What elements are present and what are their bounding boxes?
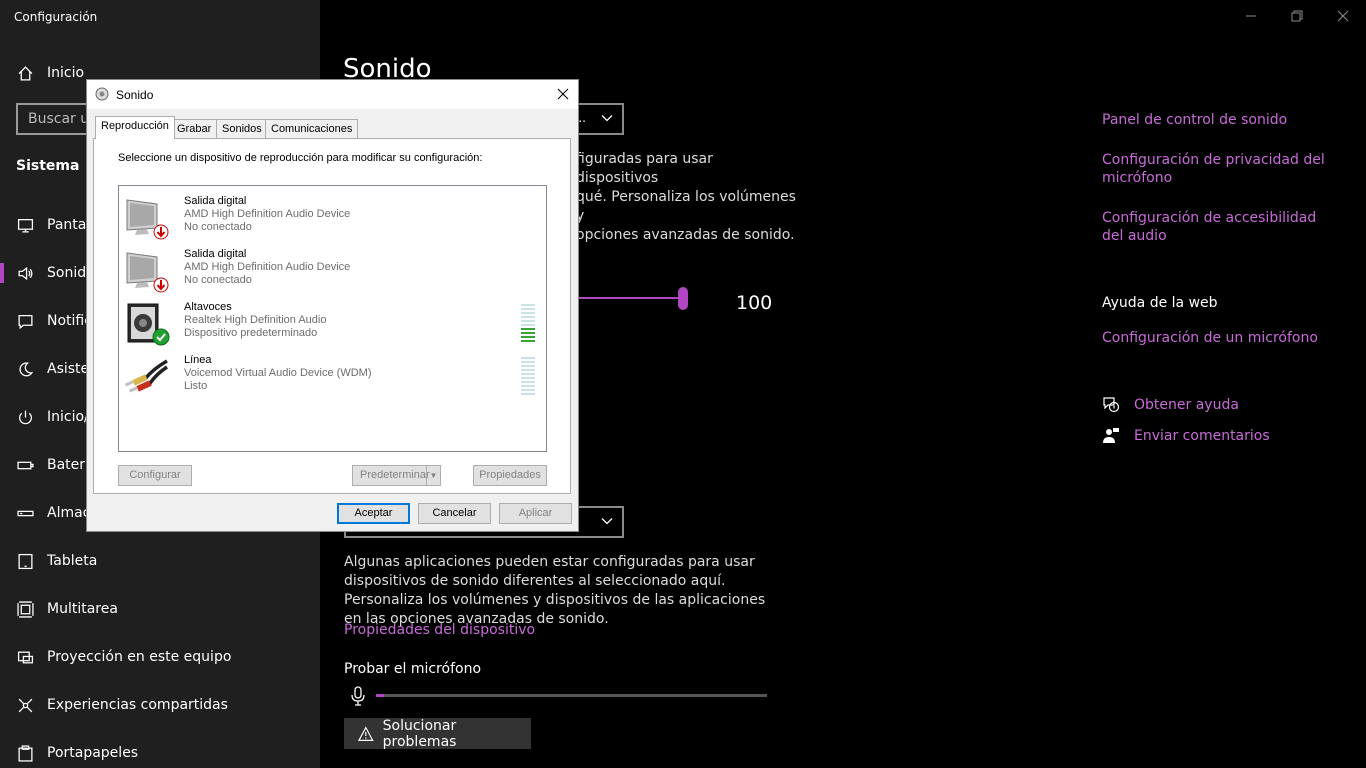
mic-setup-link[interactable]: Configuración de un micrófono xyxy=(1102,329,1332,347)
sound-dialog: Sonido Reproducción Grabar Sonidos Comun… xyxy=(86,79,579,532)
set-default-button[interactable]: Predeterminar ▼ xyxy=(352,465,441,486)
level-meter xyxy=(521,304,535,344)
sidebar-item-label: Tableta xyxy=(47,553,98,569)
chevron-down-icon xyxy=(601,518,613,525)
volume-value: 100 xyxy=(736,292,773,314)
tab-communications[interactable]: Comunicaciones xyxy=(265,119,359,138)
monitor-speaker-icon xyxy=(126,199,169,240)
level-meter xyxy=(521,357,535,397)
sidebar-item-label: Portapapeles xyxy=(47,745,139,761)
sound-control-panel-link[interactable]: Panel de control de sonido xyxy=(1102,111,1332,129)
volume-slider-thumb[interactable] xyxy=(678,287,688,310)
troubleshoot-label: Solucionar problemas xyxy=(382,717,457,750)
device-name: Salida digital xyxy=(184,195,247,207)
device-status: No conectado xyxy=(184,221,252,233)
dialog-title: Sonido xyxy=(116,88,154,102)
device-status: Listo xyxy=(184,380,208,392)
device-status: Dispositivo predeterminado xyxy=(184,327,318,339)
ok-button[interactable]: Aceptar xyxy=(337,503,410,524)
device-driver: AMD High Definition Audio Device xyxy=(184,208,351,220)
device-name: Línea xyxy=(184,354,212,366)
device-driver: Voicemod Virtual Audio Device (WDM) xyxy=(184,367,372,379)
dialog-titlebar: Sonido xyxy=(87,80,578,109)
warning-icon xyxy=(358,725,374,741)
sidebar-item-tablet[interactable]: Tableta xyxy=(0,541,320,581)
battery-icon xyxy=(16,456,34,474)
rca-cable-icon xyxy=(124,359,168,393)
mic-level-bar xyxy=(376,694,767,697)
mic-level-fill xyxy=(376,694,384,697)
restore-icon[interactable] xyxy=(1289,8,1305,24)
sound-dialog-icon xyxy=(95,87,109,101)
tablet-icon xyxy=(16,552,34,570)
tab-playback[interactable]: Reproducción xyxy=(95,116,175,139)
apply-button[interactable]: Aplicar xyxy=(499,503,572,524)
notification-icon xyxy=(16,312,34,330)
list-item[interactable]: Salida digital AMD High Definition Audio… xyxy=(119,192,546,242)
close-icon[interactable] xyxy=(556,87,570,101)
speaker-box-icon xyxy=(127,303,170,346)
sidebar-item-label: Multitarea xyxy=(47,601,118,617)
sidebar-item-shared[interactable]: Experiencias compartidas xyxy=(0,685,320,725)
sidebar-item-multitask[interactable]: Multitarea xyxy=(0,589,320,629)
multitask-icon xyxy=(16,600,34,618)
storage-icon xyxy=(16,504,34,522)
web-help-title: Ayuda de la web xyxy=(1102,295,1218,311)
app-title: Configuración xyxy=(14,10,98,24)
mic-privacy-link[interactable]: Configuración de privacidad del micrófon… xyxy=(1102,151,1332,187)
device-properties-link[interactable]: Propiedades del dispositivo xyxy=(344,622,535,638)
list-item[interactable]: Salida digital AMD High Definition Audio… xyxy=(119,245,546,295)
audio-accessibility-link[interactable]: Configuración de accesibilidad del audio xyxy=(1102,209,1332,245)
mic-test-title: Probar el micrófono xyxy=(344,661,482,677)
chevron-down-icon xyxy=(601,115,613,122)
shared-icon xyxy=(16,696,34,714)
monitor-icon xyxy=(16,216,34,234)
section-title: Sistema xyxy=(16,158,80,174)
playback-panel: Seleccione un dispositivo de reproducció… xyxy=(93,138,571,494)
list-item[interactable]: Línea Voicemod Virtual Audio Device (WDM… xyxy=(119,351,546,401)
panel-instruction: Seleccione un dispositivo de reproducció… xyxy=(118,152,483,164)
cancel-button[interactable]: Cancelar xyxy=(418,503,491,524)
sidebar-item-label: Proyección en este equipo xyxy=(47,649,232,665)
microphone-icon xyxy=(351,686,365,706)
feedback-icon xyxy=(1103,428,1119,443)
properties-button[interactable]: Propiedades xyxy=(473,465,547,486)
get-help-link[interactable]: Obtener ayuda xyxy=(1134,396,1364,414)
close-icon[interactable] xyxy=(1335,8,1351,24)
clipboard-icon xyxy=(16,744,34,762)
home-icon xyxy=(16,64,34,82)
tab-recording[interactable]: Grabar xyxy=(171,119,218,138)
output-description: figuradas para usar dispositivos qué. Pe… xyxy=(576,151,796,243)
help-chat-icon xyxy=(1103,397,1120,413)
minimize-icon[interactable] xyxy=(1243,8,1259,24)
configure-button[interactable]: Configurar xyxy=(118,465,192,486)
sidebar-item-label: Experiencias compartidas xyxy=(47,697,228,713)
set-default-label: Predeterminar xyxy=(360,469,430,481)
troubleshoot-button[interactable]: Solucionar problemas xyxy=(344,717,531,750)
projection-icon xyxy=(16,648,34,666)
device-name: Altavoces xyxy=(184,301,232,313)
power-icon xyxy=(16,408,34,426)
input-description: Algunas aplicaciones pueden estar config… xyxy=(344,554,766,627)
playback-device-list[interactable]: Salida digital AMD High Definition Audio… xyxy=(118,185,547,452)
send-feedback-link[interactable]: Enviar comentarios xyxy=(1134,427,1364,445)
dropdown-arrow-icon[interactable]: ▼ xyxy=(426,466,440,485)
device-driver: AMD High Definition Audio Device xyxy=(184,261,351,273)
sidebar-item-projection[interactable]: Proyección en este equipo xyxy=(0,637,320,677)
sidebar-item-clipboard[interactable]: Portapapeles xyxy=(0,733,320,768)
sidebar-item-label: Inicio xyxy=(47,65,85,81)
moon-icon xyxy=(16,360,34,378)
tab-sounds[interactable]: Sonidos xyxy=(216,119,268,138)
device-status: No conectado xyxy=(184,274,252,286)
device-name: Salida digital xyxy=(184,248,247,260)
monitor-speaker-icon xyxy=(126,252,169,293)
device-driver: Realtek High Definition Audio xyxy=(184,314,327,326)
speaker-icon xyxy=(16,264,34,282)
list-item[interactable]: Altavoces Realtek High Definition Audio … xyxy=(119,298,546,348)
